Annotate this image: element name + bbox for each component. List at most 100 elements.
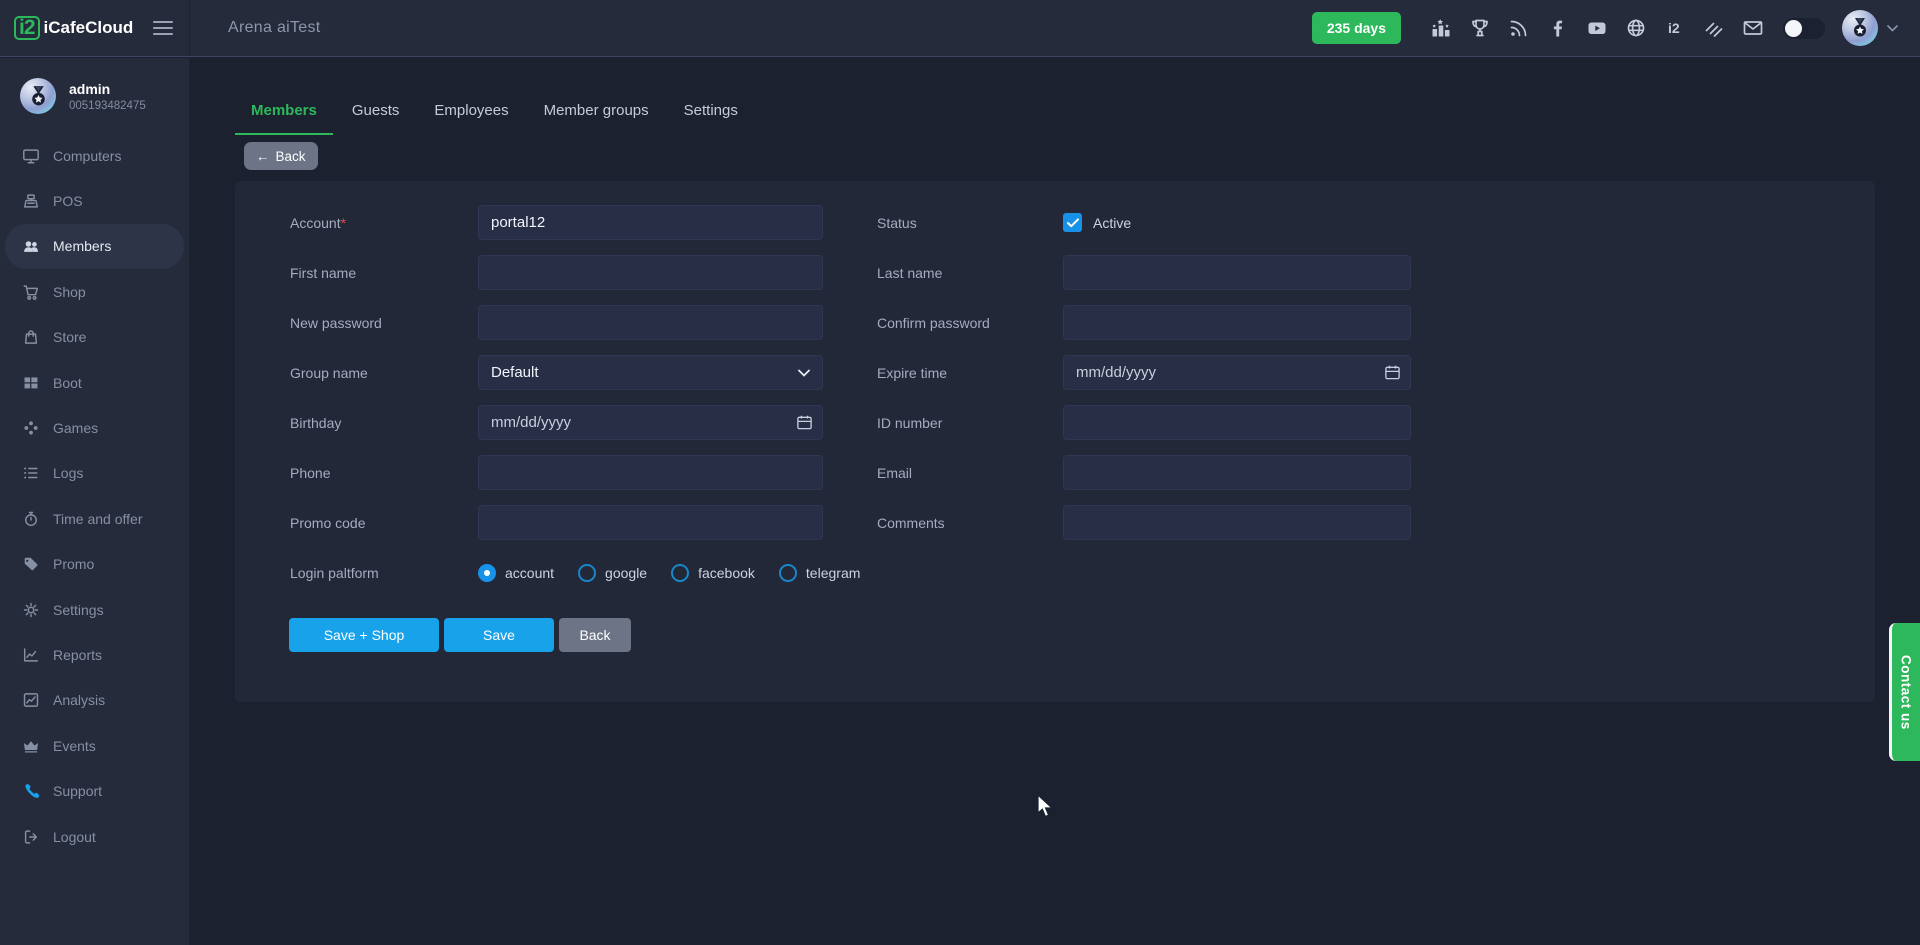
user-avatar[interactable] bbox=[1842, 10, 1878, 46]
hamburger-menu-icon[interactable] bbox=[153, 17, 173, 39]
gear-icon bbox=[22, 601, 40, 619]
sidebar-item-label: Time and offer bbox=[53, 511, 143, 527]
last-name-input[interactable] bbox=[1063, 255, 1411, 290]
theme-toggle[interactable] bbox=[1783, 18, 1825, 39]
sidebar-item-time-and-offer[interactable]: Time and offer bbox=[0, 496, 189, 541]
sidebar-item-logout[interactable]: Logout bbox=[0, 814, 189, 859]
crown-icon bbox=[22, 737, 40, 755]
radio-circle[interactable] bbox=[578, 564, 596, 582]
back-button[interactable]: Back bbox=[559, 618, 631, 652]
back-button-top[interactable]: ← Back bbox=[244, 142, 318, 170]
ranking-icon[interactable] bbox=[1430, 17, 1452, 39]
rss-icon[interactable] bbox=[1508, 17, 1530, 39]
radio-facebook[interactable]: facebook bbox=[671, 564, 755, 582]
save-shop-button[interactable]: Save + Shop bbox=[289, 618, 439, 652]
sidebar-item-store[interactable]: Store bbox=[0, 315, 189, 360]
sidebar-item-label: Support bbox=[53, 783, 102, 799]
tab-guests[interactable]: Guests bbox=[336, 90, 416, 135]
icafe-icon[interactable]: i2 bbox=[1664, 17, 1686, 39]
id-number-input[interactable] bbox=[1063, 405, 1411, 440]
globe-icon[interactable] bbox=[1625, 17, 1647, 39]
user-block[interactable]: admin 005193482475 bbox=[0, 58, 189, 133]
first-name-input[interactable] bbox=[478, 255, 823, 290]
sidebar-item-logs[interactable]: Logs bbox=[0, 451, 189, 496]
login-platform-label: Login paltform bbox=[290, 565, 478, 581]
promo-code-label: Promo code bbox=[290, 515, 478, 531]
trophy-icon[interactable] bbox=[1469, 17, 1491, 39]
sidebar-item-members[interactable]: Members bbox=[5, 224, 184, 269]
phone-input[interactable] bbox=[478, 455, 823, 490]
sidebar-item-label: Reports bbox=[53, 647, 102, 663]
tab-member-groups[interactable]: Member groups bbox=[528, 90, 665, 135]
sidebar-item-promo[interactable]: Promo bbox=[0, 542, 189, 587]
confirm-password-input[interactable] bbox=[1063, 305, 1411, 340]
birthday-label: Birthday bbox=[290, 415, 478, 431]
radio-google[interactable]: google bbox=[578, 564, 647, 582]
expire-time-label: Expire time bbox=[877, 365, 1063, 381]
sidebar-item-computers[interactable]: Computers bbox=[0, 133, 189, 178]
sidebar-item-reports[interactable]: Reports bbox=[0, 632, 189, 677]
pos-icon bbox=[22, 192, 40, 210]
radio-telegram[interactable]: telegram bbox=[779, 564, 860, 582]
sidebar-item-shop[interactable]: Shop bbox=[0, 269, 189, 314]
radio-circle-selected[interactable] bbox=[478, 564, 496, 582]
save-button[interactable]: Save bbox=[444, 618, 554, 652]
radio-circle[interactable] bbox=[779, 564, 797, 582]
contact-us-tab[interactable]: Contact us bbox=[1889, 623, 1920, 761]
app-logo[interactable]: i2 iCafeCloud bbox=[14, 16, 133, 40]
sidebar-item-label: Logs bbox=[53, 465, 83, 481]
sidebar-item-label: Members bbox=[53, 238, 111, 254]
status-label: Status bbox=[877, 215, 1063, 231]
sidebar-item-label: Games bbox=[53, 420, 98, 436]
group-name-select[interactable]: Default bbox=[478, 355, 823, 390]
chevron-down-icon[interactable] bbox=[1887, 25, 1898, 32]
sidebar-item-label: Events bbox=[53, 738, 96, 754]
sidebar-item-events[interactable]: Events bbox=[0, 723, 189, 768]
youtube-icon[interactable] bbox=[1586, 17, 1608, 39]
email-input[interactable] bbox=[1063, 455, 1411, 490]
sidebar-item-label: Shop bbox=[53, 284, 86, 300]
status-active-checkbox[interactable] bbox=[1063, 213, 1082, 232]
account-input[interactable] bbox=[478, 205, 823, 240]
days-remaining-badge[interactable]: 235 days bbox=[1312, 12, 1401, 44]
radio-account[interactable]: account bbox=[478, 564, 554, 582]
sidebar: admin 005193482475 Computers POS Members… bbox=[0, 58, 190, 945]
tab-employees[interactable]: Employees bbox=[418, 90, 524, 135]
tag-icon bbox=[22, 555, 40, 573]
sidebar-item-support[interactable]: Support bbox=[0, 768, 189, 813]
facebook-icon[interactable] bbox=[1547, 17, 1569, 39]
radio-circle[interactable] bbox=[671, 564, 689, 582]
app-name: iCafeCloud bbox=[44, 18, 134, 38]
sidebar-user-avatar bbox=[20, 78, 56, 114]
layers-icon[interactable] bbox=[1703, 17, 1725, 39]
icafecloud-admin-page: { "topbar": { "logo_mark": "i2", "app_na… bbox=[0, 0, 1920, 945]
new-password-input[interactable] bbox=[478, 305, 823, 340]
sidebar-item-label: Logout bbox=[53, 829, 96, 845]
logout-icon bbox=[22, 828, 40, 846]
radio-label: telegram bbox=[806, 565, 860, 581]
contact-us-label: Contact us bbox=[1899, 655, 1914, 730]
logs-icon bbox=[22, 464, 40, 482]
email-label: Email bbox=[877, 465, 1063, 481]
sidebar-item-games[interactable]: Games bbox=[0, 405, 189, 450]
confirm-password-label: Confirm password bbox=[877, 315, 1063, 331]
expire-time-input[interactable] bbox=[1063, 355, 1411, 390]
tab-settings[interactable]: Settings bbox=[668, 90, 754, 135]
sidebar-item-analysis[interactable]: Analysis bbox=[0, 678, 189, 723]
comments-input[interactable] bbox=[1063, 505, 1411, 540]
sidebar-item-settings[interactable]: Settings bbox=[0, 587, 189, 632]
sidebar-item-boot[interactable]: Boot bbox=[0, 360, 189, 405]
sidebar-item-label: POS bbox=[53, 193, 83, 209]
sidebar-item-label: Computers bbox=[53, 148, 121, 164]
tab-members[interactable]: Members bbox=[235, 90, 333, 135]
members-icon bbox=[22, 237, 40, 255]
status-checkbox-label: Active bbox=[1093, 215, 1131, 231]
radio-label: google bbox=[605, 565, 647, 581]
topbar-actions: 235 days i2 bbox=[1312, 10, 1920, 46]
mail-icon[interactable] bbox=[1742, 17, 1764, 39]
birthday-input[interactable] bbox=[478, 405, 823, 440]
promo-code-input[interactable] bbox=[478, 505, 823, 540]
member-edit-form: Account* Status Active First name Last n… bbox=[235, 181, 1875, 702]
sidebar-item-pos[interactable]: POS bbox=[0, 178, 189, 223]
page-title: Arena aiTest bbox=[228, 19, 321, 37]
